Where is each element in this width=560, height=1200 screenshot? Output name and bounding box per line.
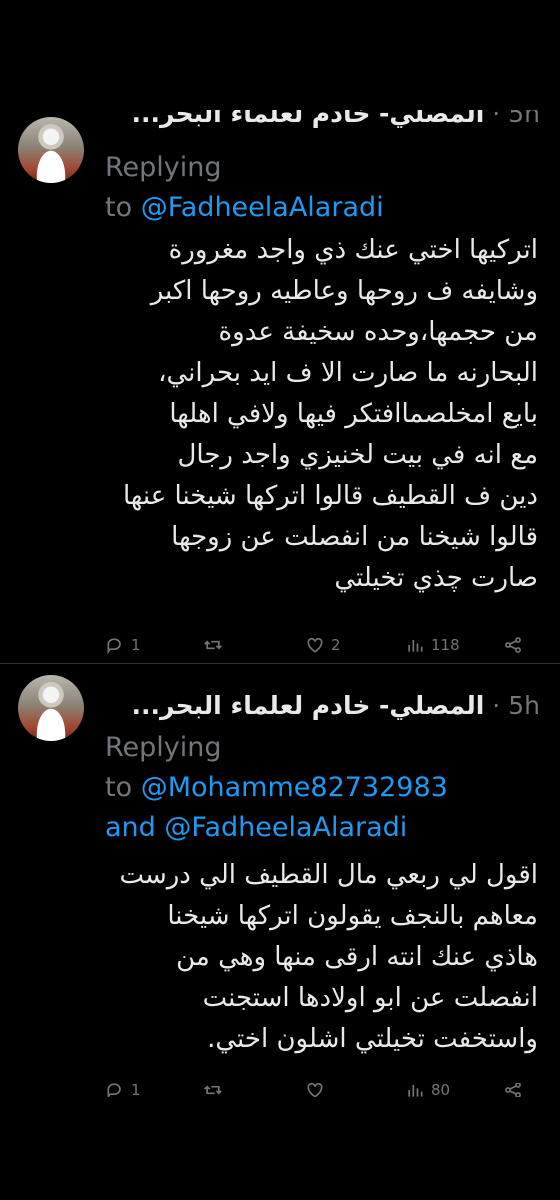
reply-button[interactable]: 1 <box>105 1083 141 1097</box>
text-line: صارت چذي تخيلتي <box>334 563 538 593</box>
retweet-button[interactable] <box>203 1083 229 1097</box>
replying-to: Replying to @Mohamme82732983 and @Fadhee… <box>105 728 540 848</box>
retweet-icon <box>204 1085 222 1095</box>
retweet-icon <box>204 640 222 650</box>
text-line: معاهم بالنجف يقولون اتركها شيخنا <box>167 901 538 931</box>
author-name[interactable]: المصلي- خادم لعلماء البحر... <box>132 110 485 128</box>
tweet-text: اقول لي ربعي مال القطيف الي درست معاهم ب… <box>100 855 538 1060</box>
text-line: انفصلت عن ابو اولادها استجنت <box>202 983 538 1013</box>
views-icon <box>408 1085 423 1097</box>
tweet-header: المصلي- خادم لعلماء البحر... · 5h <box>105 110 540 140</box>
tweet-text: اتركيها اختي عنك ذي واجد مغرورة وشايفه ف… <box>100 230 538 599</box>
reply-count: 1 <box>131 636 141 654</box>
action-bar: 1 80 <box>105 1083 540 1097</box>
and-label: and <box>105 812 156 843</box>
text-line: وشايفه ف روحها وعاطيه روحها اكبر <box>150 276 538 306</box>
tweet-reply-2[interactable]: المصلي- خادم لعلماء البحر... · 5h Replyi… <box>0 665 560 1105</box>
reply-icon <box>107 638 121 655</box>
like-button[interactable] <box>305 1083 331 1097</box>
share-button[interactable] <box>503 1083 523 1097</box>
mention-link[interactable]: @FadheelaAlaradi <box>141 192 384 223</box>
replying-to-label: to <box>105 192 133 223</box>
tweet-header: المصلي- خادم لعلماء البحر... · 5h <box>105 685 540 725</box>
heart-icon <box>307 1083 323 1097</box>
text-line: قالوا شيخنا من انفصلت عن زوجها <box>171 522 538 552</box>
share-icon <box>505 637 521 653</box>
views-button[interactable]: 118 <box>405 635 460 655</box>
text-line: واستخفت تخيلتي اشلون اختي. <box>207 1024 538 1054</box>
action-bar: 1 2 118 <box>105 630 540 660</box>
text-line: دين ف القطيف قالوا اتركها شيخنا عنها <box>123 481 538 511</box>
replying-to-label: to <box>105 772 133 803</box>
avatar[interactable] <box>18 117 84 183</box>
timestamp[interactable]: 5h <box>508 691 540 720</box>
text-line: من حجمها،وحده سخيفة عدوة <box>218 317 538 347</box>
views-button[interactable]: 80 <box>405 1083 450 1097</box>
replying-label: Replying <box>105 732 222 763</box>
mention-link[interactable]: @FadheelaAlaradi <box>164 812 407 843</box>
replying-to: Replying to @FadheelaAlaradi <box>105 148 540 228</box>
author-name[interactable]: المصلي- خادم لعلماء البحر... <box>132 691 485 720</box>
tweet-reply-1[interactable]: المصلي- خادم لعلماء البحر... · 5h Replyi… <box>0 95 560 660</box>
text-line: هاذي عنك انته ارقى منها وهي من <box>176 942 538 972</box>
reply-button[interactable]: 1 <box>105 635 141 655</box>
text-line: بايع امخلصماافتكر فيها ولافي اهلها <box>169 399 538 429</box>
mention-link[interactable]: @Mohamme82732983 <box>141 772 448 803</box>
timestamp[interactable]: 5h <box>508 110 540 128</box>
share-icon <box>505 1083 521 1097</box>
like-count: 2 <box>331 636 341 654</box>
share-button[interactable] <box>503 635 523 655</box>
view-count: 118 <box>431 636 460 654</box>
text-line: اتركيها اختي عنك ذي واجد مغرورة <box>168 235 538 265</box>
avatar[interactable] <box>18 675 84 741</box>
retweet-button[interactable] <box>203 635 229 655</box>
heart-icon <box>307 637 323 653</box>
reply-icon <box>107 1083 121 1097</box>
text-line: مع انه في بيت لخنيزي واجد رجال <box>177 440 539 470</box>
view-count: 80 <box>431 1083 451 1097</box>
separator-dot: · <box>492 110 501 128</box>
text-line: اقول لي ربعي مال القطيف الي درست <box>119 860 538 890</box>
separator-dot: · <box>492 690 501 720</box>
reply-count: 1 <box>131 1083 141 1097</box>
text-line: البحارنه ما صارت الا ف ايد بحراني، <box>158 358 538 388</box>
tweet-divider <box>0 663 560 664</box>
replying-label: Replying <box>105 152 222 183</box>
views-icon <box>408 640 423 652</box>
like-button[interactable]: 2 <box>305 635 341 655</box>
